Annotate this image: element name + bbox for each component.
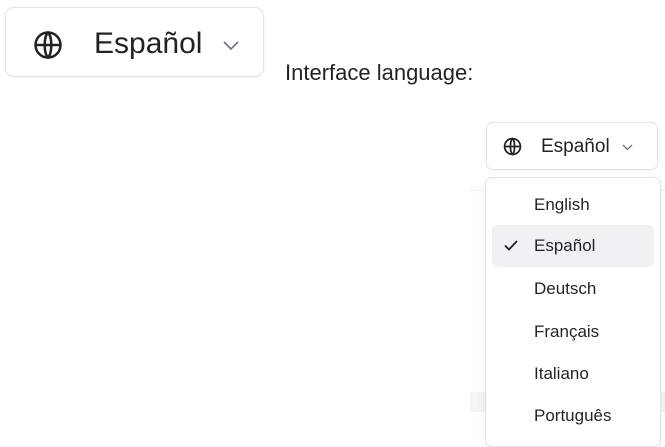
menu-item-deutsch[interactable]: Deutsch: [492, 268, 654, 310]
menu-item-francais[interactable]: Français: [492, 311, 654, 353]
chevron-down-icon: [223, 41, 239, 51]
globe-icon: [34, 30, 62, 60]
interface-language-caption: Interface language:: [285, 60, 474, 85]
chevron-down-icon: [622, 144, 633, 151]
language-selector-large[interactable]: Español: [5, 7, 264, 77]
menu-item-portugues[interactable]: Português: [492, 395, 654, 437]
menu-item-espanol[interactable]: Español: [492, 225, 654, 267]
menu-item-label: Français: [534, 322, 600, 341]
language-selector-large-label: Español: [94, 27, 203, 60]
menu-item-italiano[interactable]: Italiano: [492, 353, 654, 395]
menu-item-label: English: [534, 195, 590, 214]
menu-item-label: Español: [534, 236, 596, 255]
menu-item-label: Português: [534, 406, 612, 425]
language-dropdown-menu: English Español Deutsch Français Italian…: [485, 177, 661, 447]
globe-icon: [503, 137, 522, 156]
menu-item-label: Italiano: [534, 364, 589, 383]
language-selector[interactable]: Español: [486, 122, 658, 170]
language-selector-label: Español: [541, 136, 610, 157]
menu-item-label: Deutsch: [534, 279, 597, 298]
check-icon: [504, 240, 518, 251]
menu-item-english[interactable]: English: [492, 184, 654, 226]
